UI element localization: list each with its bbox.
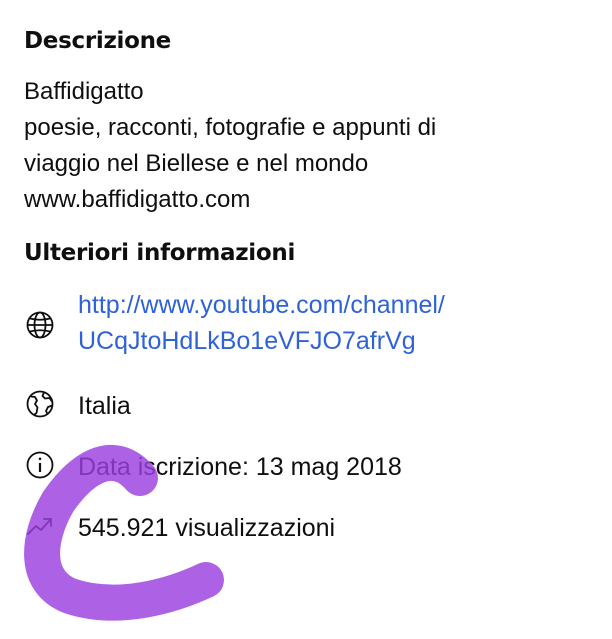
more-info-heading: Ulteriori informazioni [24,240,296,266]
channel-url-line: http://www.youtube.com/channel/ [78,291,445,319]
country-row: Italia [24,388,594,424]
views-count-text: 545.921 visualizzazioni [78,514,336,542]
description-line: www.baffidigatto.com [24,186,251,213]
earth-icon [26,390,54,418]
info-icon [26,451,54,479]
channel-url-link[interactable]: http://www.youtube.com/channel/ UCqJtoHd… [78,287,445,359]
globe-icon [26,311,54,339]
joined-date-text: Data iscrizione: 13 mag 2018 [78,453,402,481]
joined-date-row: Data iscrizione: 13 mag 2018 [24,449,594,485]
description-line: viaggio nel Biellese e nel mondo [24,150,369,177]
channel-description: Baffidigatto poesie, racconti, fotografi… [24,74,594,218]
channel-link-row: http://www.youtube.com/channel/ UCqJtoHd… [24,287,594,359]
country-text: Italia [78,392,131,420]
channel-url-line: UCqJtoHdLkBo1eVFJO7afrVg [78,327,416,355]
description-line: Baffidigatto [24,78,144,105]
description-heading: Descrizione [24,28,171,54]
description-line: poesie, racconti, fotografie e appunti d… [24,114,437,141]
views-row: 545.921 visualizzazioni [24,510,594,546]
trending-icon [27,518,52,535]
